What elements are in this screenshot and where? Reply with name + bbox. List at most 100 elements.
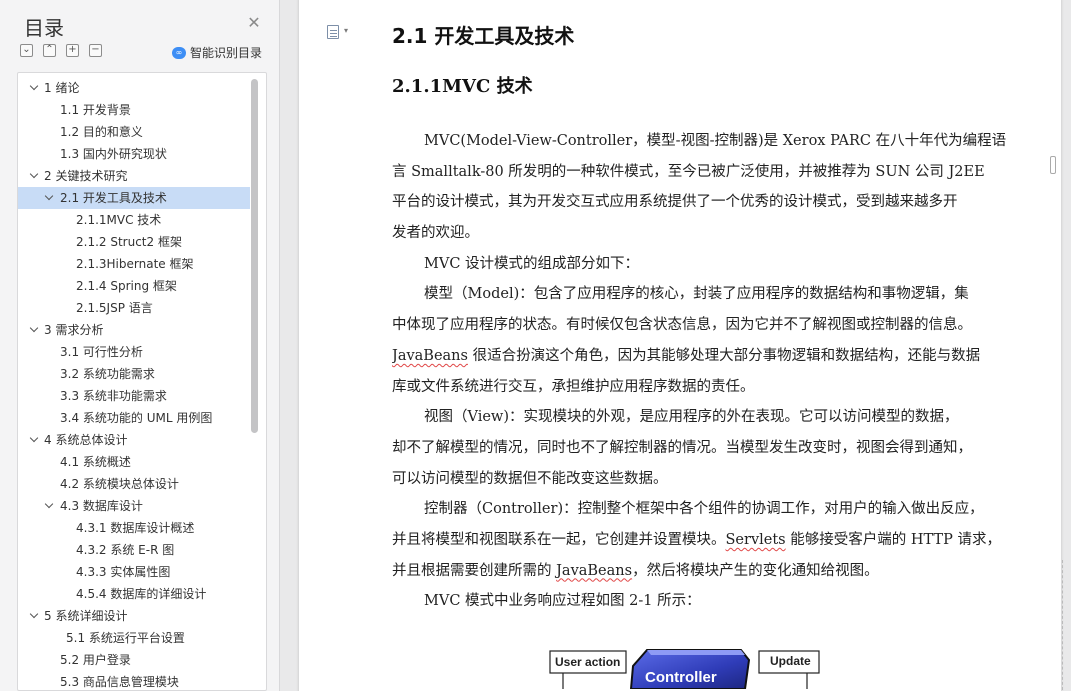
toc-item[interactable]: 4.3 数据库设计 bbox=[18, 495, 250, 517]
text-line: JavaBeans 很适合扮演这个角色，因为其能够处理大部分事物逻辑和数据结构，… bbox=[392, 341, 1019, 372]
document-viewer: 目录 ✕ ⌄ ⌃ + − ∞ 智能识别目录 1 绪论 1.1 开发背景 1.2 目的… bbox=[0, 0, 1071, 691]
text-segment: 中体现了应用程序的状态。有时候仅包含状态信息，因为它并不了解视图或控制器的信息。 bbox=[392, 317, 972, 334]
chevron-down-icon[interactable] bbox=[45, 502, 53, 510]
toc-item-label: 5 系统详细设计 bbox=[44, 609, 128, 623]
toc-item[interactable]: 4.1 系统概述 bbox=[18, 451, 250, 473]
text-line: 言 Smalltalk-80 所发明的一种软件模式，至今已被广泛使用，并被推荐为… bbox=[392, 157, 1019, 188]
text-line: 视图（View)：实现模块的外观，是应用程序的外在表现。它可以访问模型的数据， bbox=[392, 402, 1019, 433]
toc-item-label: 2 关键技术研究 bbox=[44, 169, 128, 183]
close-icon[interactable]: ✕ bbox=[246, 15, 262, 31]
toc-item[interactable]: 2 关键技术研究 bbox=[18, 165, 250, 187]
toc-item-label: 3.2 系统功能需求 bbox=[60, 367, 155, 381]
toc-item[interactable]: 5.3 商品信息管理模块 bbox=[18, 671, 250, 690]
toc-item-label: 2.1.1MVC 技术 bbox=[76, 213, 162, 227]
toc-item[interactable]: 5.2 用户登录 bbox=[18, 649, 250, 671]
text-segment: 发者的欢迎。 bbox=[392, 225, 479, 242]
toc-item[interactable]: 3.1 可行性分析 bbox=[18, 341, 250, 363]
collapse-all-icon[interactable]: ⌃ bbox=[43, 44, 56, 57]
toc-item[interactable]: 5 系统详细设计 bbox=[18, 605, 250, 627]
page-handle[interactable] bbox=[1050, 156, 1056, 174]
chevron-down-icon[interactable] bbox=[45, 194, 53, 202]
toc-item[interactable]: 2.1 开发工具及技术 bbox=[18, 187, 250, 209]
toc-item-label: 4.3 数据库设计 bbox=[60, 499, 143, 513]
toc-item[interactable]: 2.1.5JSP 语言 bbox=[18, 297, 250, 319]
toc-item-label: 5.2 用户登录 bbox=[60, 653, 131, 667]
text-segment: MVC 模式中业务响应过程如图 2-1 所示： bbox=[424, 593, 701, 610]
toc-item[interactable]: 5.1 系统运行平台设置 bbox=[18, 627, 250, 649]
user-action-label: User action bbox=[555, 655, 620, 669]
toc-item[interactable]: 1.1 开发背景 bbox=[18, 99, 250, 121]
text-segment: 言 Smalltalk-80 所发明的一种软件模式，至今已被广泛使用，并被推荐为… bbox=[392, 163, 985, 180]
text-segment: 并且根据需要创建所需的 bbox=[392, 562, 557, 579]
chevron-down-icon[interactable] bbox=[30, 326, 38, 334]
toc-item[interactable]: 1.3 国内外研究现状 bbox=[18, 143, 250, 165]
text-line: 模型（Model)：包含了应用程序的核心，封装了应用程序的数据结构和事物逻辑，集 bbox=[392, 279, 1019, 310]
toc-item[interactable]: 3.4 系统功能的 UML 用例图 bbox=[18, 407, 250, 429]
toc-scrollbar[interactable] bbox=[251, 79, 258, 433]
text-line: 库或文件系统进行交互，承担维护应用程序数据的责任。 bbox=[392, 372, 1019, 403]
text-segment: 模型（Model)：包含了应用程序的核心，封装了应用程序的数据结构和事物逻辑，集 bbox=[424, 286, 969, 303]
toc-item[interactable]: 2.1.3Hibernate 框架 bbox=[18, 253, 250, 275]
controller-label: Controller bbox=[645, 669, 717, 686]
text-segment: 能够接受客户端的 HTTP 请求， bbox=[785, 531, 1001, 548]
toc-item-label: 4.3.1 数据库设计概述 bbox=[76, 521, 195, 535]
toc-item[interactable]: 4 系统总体设计 bbox=[18, 429, 250, 451]
toc-item-label: 3 需求分析 bbox=[44, 323, 104, 337]
text-segment: 控制器（Controller)：控制整个框架中各个组件的协调工作，对用户的输入做… bbox=[424, 501, 984, 518]
toc-sidebar: 目录 ✕ ⌄ ⌃ + − ∞ 智能识别目录 1 绪论 1.1 开发背景 1.2 目的… bbox=[0, 0, 280, 691]
toc-item-label: 3.3 系统非功能需求 bbox=[60, 389, 167, 403]
toc-item[interactable]: 1 绪论 bbox=[18, 77, 250, 99]
toc-item[interactable]: 4.5.4 数据库的详细设计 bbox=[18, 583, 250, 605]
text-line: 并且根据需要创建所需的 JavaBeans，然后将模块产生的变化通知给视图。 bbox=[392, 556, 1019, 587]
toc-item-label: 4.5.4 数据库的详细设计 bbox=[76, 587, 207, 601]
chevron-down-icon[interactable] bbox=[30, 84, 38, 92]
toc-item[interactable]: 4.3.1 数据库设计概述 bbox=[18, 517, 250, 539]
toc-item[interactable]: 4.3.3 实体属性图 bbox=[18, 561, 250, 583]
subsection-heading: 2.1.1MVC 技术 bbox=[392, 76, 533, 97]
toc-item[interactable]: 1.2 目的和意义 bbox=[18, 121, 250, 143]
update-label: Update bbox=[770, 654, 811, 668]
toc-item-label: 4.2 系统模块总体设计 bbox=[60, 477, 179, 491]
chevron-down-icon[interactable] bbox=[30, 436, 38, 444]
toc-item-label: 2.1 开发工具及技术 bbox=[60, 191, 167, 205]
toc-panel: 1 绪论 1.1 开发背景 1.2 目的和意义 1.3 国内外研究现状 2 关键技术研究… bbox=[17, 72, 267, 691]
text-segment: 并且将模型和视图联系在一起，它创建并设置模块。 bbox=[392, 531, 726, 548]
add-heading-icon[interactable]: + bbox=[66, 44, 79, 57]
sidebar-title: 目录 bbox=[24, 16, 64, 40]
toc-item-label: 2.1.3Hibernate 框架 bbox=[76, 257, 194, 271]
text-segment: 却不了解模型的情况，同时也不了解控制器的情况。当模型发生改变时，视图会得到通知， bbox=[392, 439, 972, 456]
toc-item[interactable]: 4.2 系统模块总体设计 bbox=[18, 473, 250, 495]
toc-item-label: 3.1 可行性分析 bbox=[60, 345, 143, 359]
spellcheck-word: Servlets bbox=[725, 531, 786, 548]
toc-item[interactable]: 2.1.2 Struct2 框架 bbox=[18, 231, 250, 253]
toc-toolbar: ⌄ ⌃ + − bbox=[20, 44, 102, 57]
toc-item-label: 2.1.4 Spring 框架 bbox=[76, 279, 177, 293]
mvc-diagram: User action Controller Update bbox=[549, 649, 820, 689]
document-body: MVC(Model-View-Controller，模型-视图-控制器)是 Xe… bbox=[392, 126, 1019, 617]
chevron-down-icon[interactable] bbox=[30, 612, 38, 620]
chevron-down-icon[interactable] bbox=[30, 172, 38, 180]
text-segment: MVC(Model-View-Controller，模型-视图-控制器)是 Xe… bbox=[424, 133, 1007, 149]
toc-item-label: 2.1.5JSP 语言 bbox=[76, 301, 153, 315]
toc-item-label: 1.2 目的和意义 bbox=[60, 125, 143, 139]
text-line: MVC 设计模式的组成部分如下： bbox=[392, 249, 1019, 280]
text-segment: 可以访问模型的数据但不能改变这些数据。 bbox=[392, 470, 668, 487]
toc-item-label: 2.1.2 Struct2 框架 bbox=[76, 235, 182, 249]
document-icon[interactable] bbox=[327, 25, 339, 39]
toc-item-label: 4.3.3 实体属性图 bbox=[76, 565, 171, 579]
toc-item[interactable]: 4.3.2 系统 E-R 图 bbox=[18, 539, 250, 561]
smart-toc-label: 智能识别目录 bbox=[190, 46, 263, 60]
toc-item[interactable]: 3.2 系统功能需求 bbox=[18, 363, 250, 385]
text-line: 发者的欢迎。 bbox=[392, 218, 1019, 249]
text-line: 平台的设计模式，其为开发交互式应用系统提供了一个优秀的设计模式，受到越来越多开 bbox=[392, 187, 1019, 218]
smart-toc-button[interactable]: ∞ 智能识别目录 bbox=[172, 44, 262, 61]
document-page: ▾ 2.1 开发工具及技术 2.1.1MVC 技术 MVC(Model-View… bbox=[299, 0, 1061, 691]
toc-item-label: 5.3 商品信息管理模块 bbox=[60, 675, 179, 689]
toc-item[interactable]: 2.1.4 Spring 框架 bbox=[18, 275, 250, 297]
toc-item[interactable]: 3 需求分析 bbox=[18, 319, 250, 341]
toc-item[interactable]: 3.3 系统非功能需求 bbox=[18, 385, 250, 407]
expand-all-icon[interactable]: ⌄ bbox=[20, 44, 33, 57]
remove-heading-icon[interactable]: − bbox=[89, 44, 102, 57]
toc-item[interactable]: 2.1.1MVC 技术 bbox=[18, 209, 250, 231]
chevron-down-icon[interactable]: ▾ bbox=[344, 26, 348, 35]
